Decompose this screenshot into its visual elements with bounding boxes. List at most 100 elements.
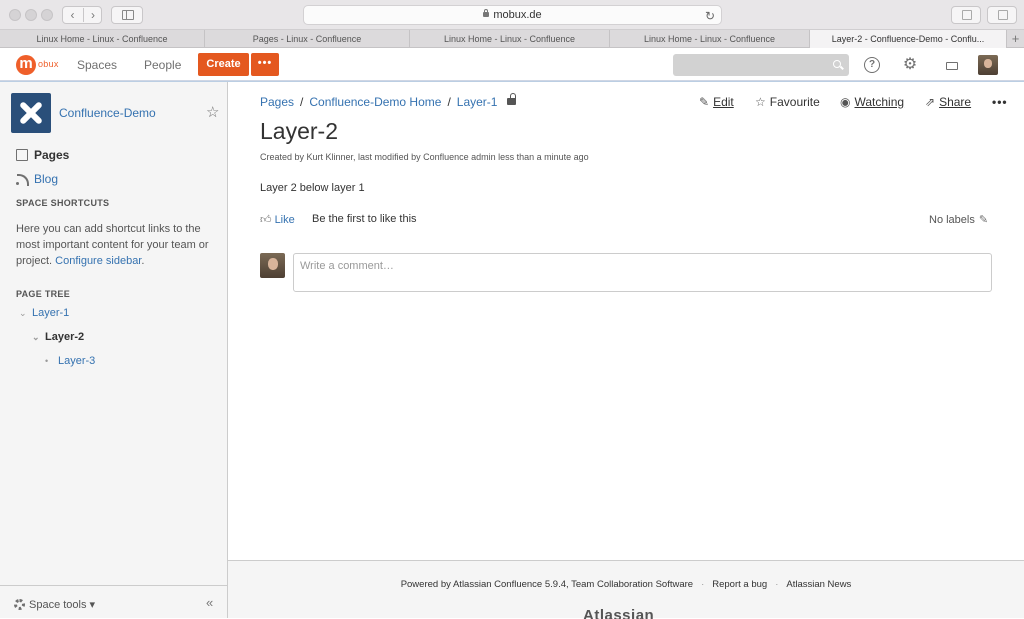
- tab-bar: Linux Home - Linux - Confluence Pages - …: [0, 30, 1024, 48]
- labels-text: No labels: [929, 214, 975, 226]
- help-icon[interactable]: ?: [864, 57, 880, 73]
- reload-icon[interactable]: ↻: [705, 7, 715, 25]
- gear-icon: [14, 599, 25, 610]
- tabs-overview-button[interactable]: [987, 6, 1017, 24]
- tree-item-layer-1[interactable]: ⌄ Layer-1: [19, 307, 69, 319]
- collapse-sidebar-icon[interactable]: «: [206, 595, 213, 610]
- share-browser-button[interactable]: [951, 6, 981, 24]
- tab-4[interactable]: Linux Home - Linux - Confluence: [610, 30, 810, 48]
- url-text: mobux.de: [493, 9, 542, 21]
- tab-5[interactable]: Layer-2 - Confluence-Demo - Conflu...: [810, 30, 1007, 48]
- tree-item-label: Layer-3: [58, 355, 96, 367]
- favourite-label: Favourite: [769, 95, 820, 109]
- star-icon[interactable]: ☆: [206, 103, 219, 121]
- share-icon: [962, 10, 972, 20]
- page-tree-heading: PAGE TREE: [16, 289, 71, 299]
- sidebar-icon: [122, 10, 134, 20]
- like-prompt: Be the first to like this: [312, 213, 417, 225]
- logo[interactable]: m: [16, 55, 36, 75]
- tab-2[interactable]: Pages - Linux - Confluence: [205, 30, 410, 48]
- tab-3[interactable]: Linux Home - Linux - Confluence: [410, 30, 610, 48]
- tree-item-layer-2[interactable]: ⌄ Layer-2: [32, 331, 84, 343]
- logo-text: obux: [38, 59, 59, 69]
- report-bug-link[interactable]: Report a bug: [712, 579, 767, 590]
- back-forward-buttons: ‹ ›: [62, 6, 102, 24]
- tab-1[interactable]: Linux Home - Linux - Confluence: [0, 30, 205, 48]
- share-button[interactable]: ⇗ Share: [925, 95, 971, 109]
- page-content: Pages / Confluence-Demo Home / Layer-1 ✎ Edit…: [228, 82, 1024, 560]
- more-actions-button[interactable]: •••: [992, 95, 1008, 109]
- create-button[interactable]: Create: [198, 53, 249, 76]
- space-logo[interactable]: [11, 93, 51, 133]
- space-tools-label: Space tools: [29, 599, 87, 611]
- new-tab-button[interactable]: +: [1007, 30, 1024, 48]
- like-button[interactable]: 👍︎ Like: [260, 213, 295, 226]
- labels-section[interactable]: No labels ✎: [929, 213, 988, 226]
- pencil-icon[interactable]: ✎: [979, 214, 988, 226]
- footer-links: Powered by Atlassian Confluence 5.9.4, T…: [228, 579, 1024, 590]
- watching-button[interactable]: ◉ Watching: [840, 95, 904, 109]
- search-icon: [833, 60, 841, 68]
- settings-gear-icon[interactable]: ⚙: [902, 57, 918, 73]
- browser-toolbar: ‹ › mobux.de ↻: [0, 0, 1024, 30]
- footer-separator: ·: [775, 579, 779, 590]
- eye-icon: ◉: [840, 95, 851, 109]
- tree-item-layer-3[interactable]: • Layer-3: [45, 355, 95, 367]
- breadcrumb-separator: /: [447, 95, 451, 109]
- search-input[interactable]: [673, 54, 849, 76]
- breadcrumb-pages[interactable]: Pages: [260, 95, 294, 109]
- page-byline: Created by Kurt Klinner, last modified b…: [260, 152, 589, 162]
- space-name-link[interactable]: Confluence-Demo: [59, 106, 156, 120]
- close-window-button[interactable]: [9, 9, 21, 21]
- page-title: Layer-2: [260, 118, 338, 144]
- expand-icon[interactable]: ⌄: [19, 308, 29, 319]
- space-sidebar: Confluence-Demo ☆ Pages Blog SPACE SHORT…: [0, 82, 228, 618]
- sidebar-item-pages[interactable]: Pages: [16, 147, 69, 162]
- page-footer: Powered by Atlassian Confluence 5.9.4, T…: [228, 560, 1024, 619]
- edit-label: Edit: [713, 95, 734, 109]
- lock-icon: [483, 9, 490, 17]
- notifications-icon[interactable]: [946, 62, 958, 70]
- commenter-avatar: [260, 253, 285, 278]
- configure-sidebar-link[interactable]: Configure sidebar: [55, 255, 141, 267]
- sidebar-item-label: Blog: [34, 172, 59, 186]
- atlassian-news-link[interactable]: Atlassian News: [786, 579, 851, 590]
- sidebar-item-label: Pages: [34, 148, 70, 162]
- unlock-icon[interactable]: [507, 93, 517, 105]
- breadcrumb-separator: /: [300, 95, 304, 109]
- atlassian-logo: Atlassian: [583, 607, 655, 619]
- user-avatar[interactable]: [978, 55, 998, 75]
- space-tools-button[interactable]: Space tools ▾: [14, 597, 95, 611]
- pages-icon: [16, 149, 28, 161]
- comment-input[interactable]: Write a comment…: [293, 253, 992, 292]
- create-more-button[interactable]: •••: [251, 53, 279, 76]
- tabs-icon: [998, 10, 1008, 20]
- nav-spaces[interactable]: Spaces: [77, 58, 117, 72]
- back-icon[interactable]: ‹: [63, 8, 82, 22]
- app-header: m obux Spaces People Create ••• ? ⚙: [0, 49, 1024, 82]
- sidebar-toggle-button[interactable]: [111, 6, 143, 24]
- favourite-button[interactable]: ☆ Favourite: [755, 95, 820, 109]
- edit-button[interactable]: ✎ Edit: [699, 95, 734, 109]
- shortcuts-help-text: Here you can add shortcut links to the m…: [16, 221, 216, 269]
- expand-icon[interactable]: ⌄: [32, 332, 42, 343]
- share-label: Share: [939, 95, 972, 109]
- powered-by-text: Powered by Atlassian Confluence 5.9.4, T…: [400, 579, 694, 590]
- like-label: Like: [274, 214, 295, 226]
- breadcrumb-layer-1[interactable]: Layer-1: [457, 95, 498, 109]
- address-bar[interactable]: mobux.de ↻: [303, 5, 722, 25]
- shortcuts-end: .: [141, 255, 145, 267]
- shortcuts-heading: SPACE SHORTCUTS: [16, 198, 110, 208]
- share-icon: ⇗: [925, 95, 936, 109]
- bullet-icon: •: [45, 356, 49, 366]
- sidebar-item-blog[interactable]: Blog: [16, 171, 58, 186]
- minimize-window-button[interactable]: [25, 9, 37, 21]
- breadcrumb: Pages / Confluence-Demo Home / Layer-1: [260, 93, 517, 109]
- breadcrumb-space-home[interactable]: Confluence-Demo Home: [309, 95, 441, 109]
- thumbs-up-icon: 👍︎: [260, 214, 272, 226]
- forward-icon[interactable]: ›: [83, 8, 102, 22]
- page-body-text: Layer 2 below layer 1: [260, 182, 365, 194]
- zoom-window-button[interactable]: [41, 9, 53, 21]
- footer-separator: ·: [701, 579, 705, 590]
- nav-people[interactable]: People: [144, 58, 181, 72]
